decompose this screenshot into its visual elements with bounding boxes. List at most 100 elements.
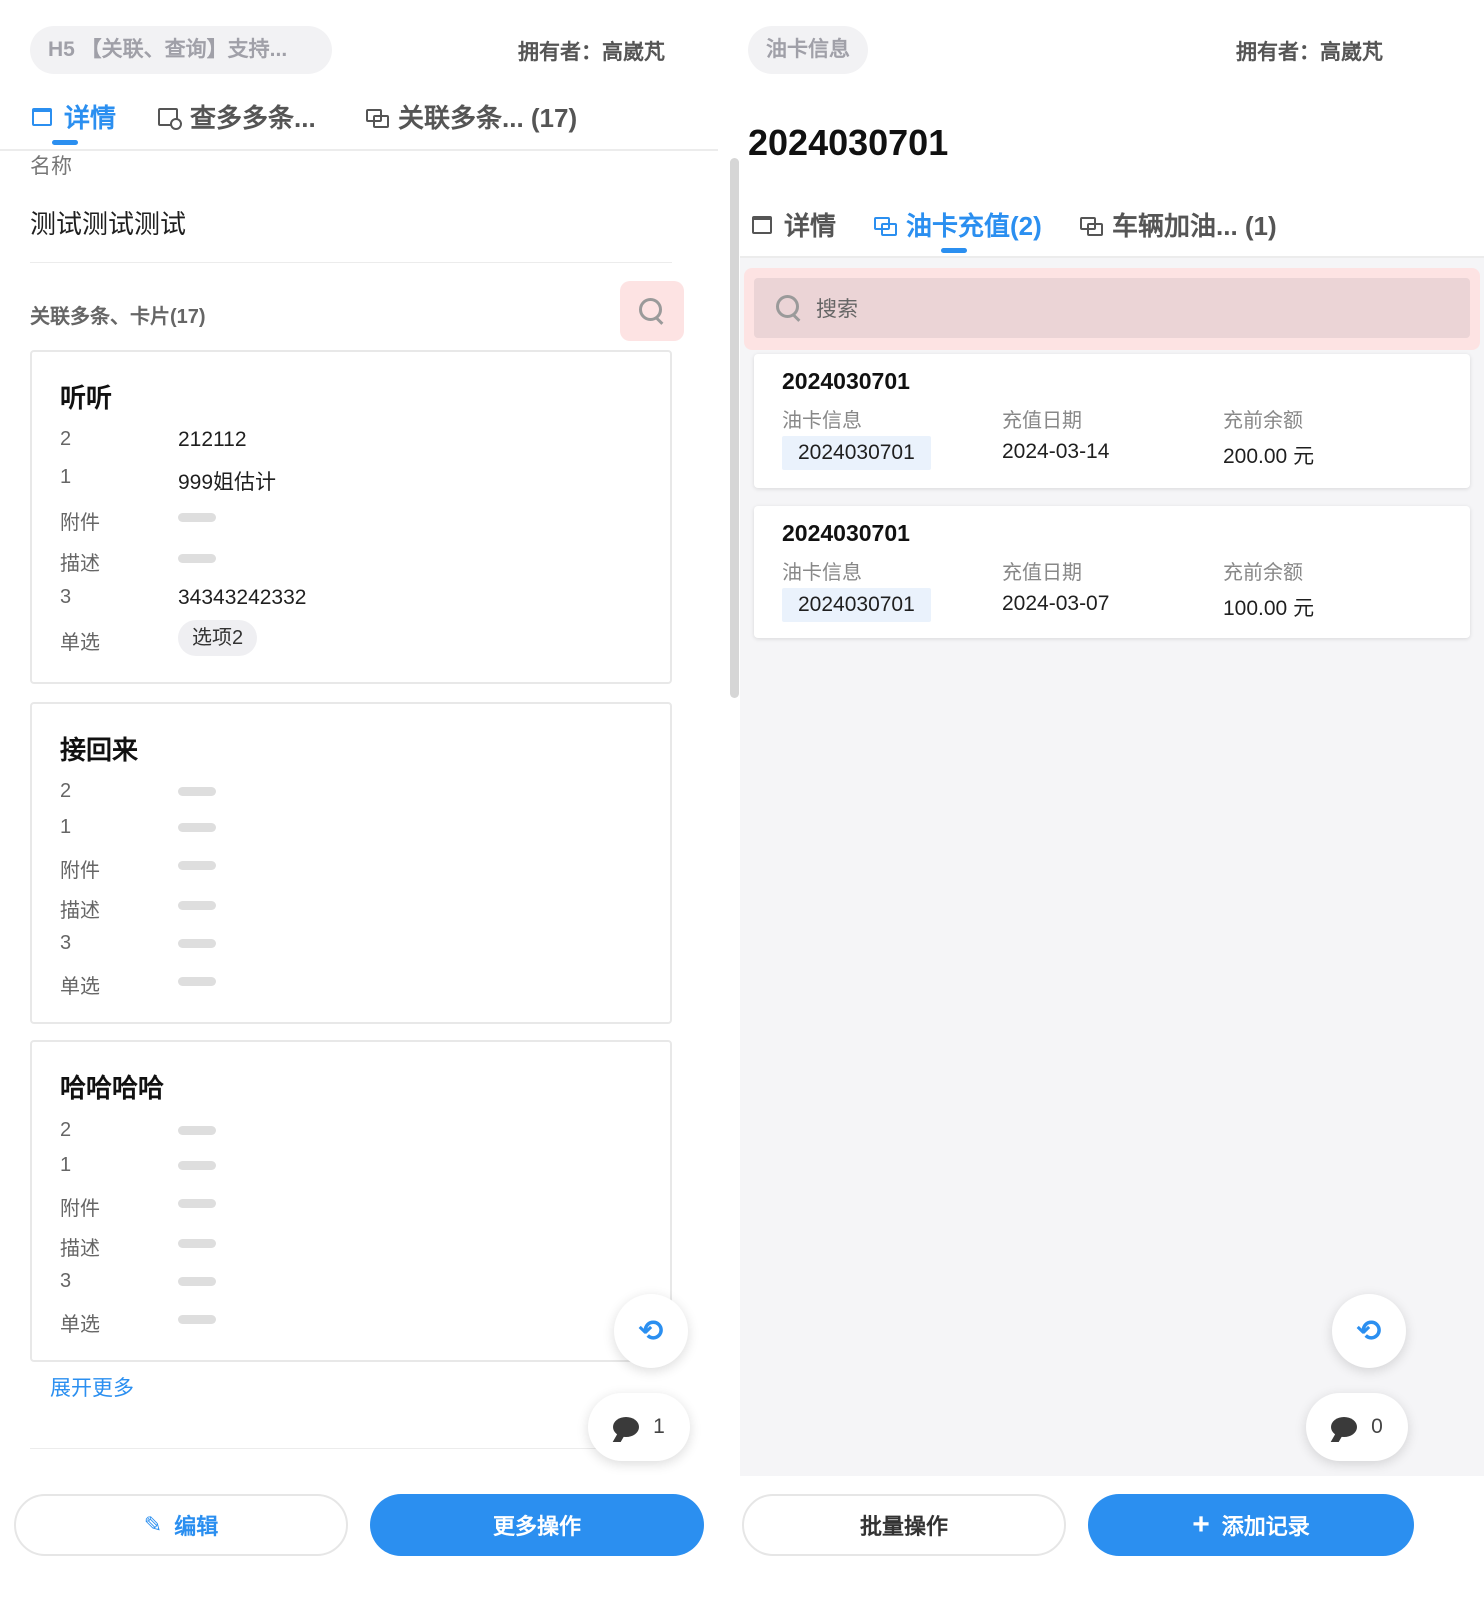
row-label: 描述: [60, 900, 100, 922]
link-icon: [366, 108, 389, 128]
option-chip: 选项2: [178, 620, 258, 656]
add-record-label: 添加记录: [1221, 1514, 1310, 1539]
row-label: 1: [60, 816, 72, 838]
search-input[interactable]: 搜索: [754, 278, 1470, 338]
row-value: 34343242332: [178, 586, 307, 609]
recharge-date: 2024-03-14: [1002, 440, 1110, 463]
field-label: 油卡信息: [782, 562, 862, 584]
add-record-button[interactable]: + 添加记录: [1088, 1494, 1414, 1556]
empty-placeholder: [178, 1277, 216, 1286]
search-button[interactable]: [620, 281, 684, 341]
empty-placeholder: [178, 901, 216, 910]
tab-vehicle-fuel[interactable]: 车辆加油... (1): [1080, 206, 1277, 243]
more-actions-button[interactable]: 更多操作: [370, 1494, 704, 1556]
empty-placeholder: [178, 787, 216, 796]
tab-label: 油卡充值(2): [906, 211, 1042, 241]
record-title: 2024030701: [748, 122, 949, 163]
balance-before: 200.00 元: [1223, 445, 1315, 468]
empty-placeholder: [178, 977, 216, 986]
row-label: 附件: [60, 860, 100, 882]
row-label: 描述: [60, 1238, 100, 1260]
title-pill[interactable]: H5 【关联、查询】支持...: [30, 26, 332, 74]
tab-label: 详情: [784, 211, 837, 241]
record-card-title: 2024030701: [782, 520, 910, 546]
record-card-title: 2024030701: [782, 368, 910, 394]
row-label: 1: [60, 466, 72, 488]
tab-label: 车辆加油... (1): [1112, 211, 1277, 241]
undo-button[interactable]: ⟲: [1332, 1294, 1406, 1368]
undo-button[interactable]: ⟲: [614, 1294, 688, 1368]
empty-placeholder: [178, 554, 216, 563]
tab-query-multi[interactable]: 查多多条...: [158, 98, 316, 135]
batch-actions-label: 批量操作: [859, 1514, 948, 1539]
folder-icon: [32, 107, 52, 126]
empty-placeholder: [178, 1199, 216, 1208]
tab-card-recharge[interactable]: 油卡充值(2): [874, 206, 1042, 243]
record-card[interactable]: 2024030701 油卡信息 2024030701 充值日期 2024-03-…: [754, 354, 1470, 488]
link-icon: [1080, 216, 1103, 236]
undo-icon: ⟲: [1356, 1314, 1382, 1348]
undo-icon: ⟲: [638, 1314, 664, 1348]
card-title: 接回来: [60, 735, 139, 765]
more-actions-label: 更多操作: [492, 1514, 581, 1539]
row-label: 附件: [60, 1198, 100, 1220]
oil-card-chip[interactable]: 2024030701: [782, 436, 931, 470]
title-pill[interactable]: 油卡信息: [748, 26, 868, 74]
plus-icon: +: [1192, 1508, 1210, 1541]
row-label: 1: [60, 1154, 72, 1176]
search-placeholder: 搜索: [816, 298, 858, 321]
row-label: 单选: [60, 632, 100, 654]
empty-placeholder: [178, 1315, 216, 1324]
empty-placeholder: [178, 823, 216, 832]
scrollbar[interactable]: [730, 158, 739, 698]
oil-card-chip[interactable]: 2024030701: [782, 588, 931, 622]
empty-placeholder: [178, 861, 216, 870]
tab-divider: [740, 256, 1484, 258]
linked-card[interactable]: 听听 2 212112 1 999姐估计 附件 描述 3 34343242332…: [30, 350, 672, 684]
row-label: 单选: [60, 1314, 100, 1336]
pencil-icon: ✎: [143, 1512, 163, 1537]
recharge-date: 2024-03-07: [1002, 592, 1110, 615]
tab-details[interactable]: 详情: [752, 206, 836, 243]
row-label: 2: [60, 780, 72, 802]
expand-more-link[interactable]: 展开更多: [50, 1372, 134, 1402]
empty-placeholder: [178, 1239, 216, 1248]
folder-icon: [752, 215, 772, 234]
right-panel: 油卡信息 拥有者：高崴芃 2024030701 详情 油卡充值(2) 车辆加油.…: [740, 0, 1484, 1616]
batch-actions-button[interactable]: 批量操作: [742, 1494, 1066, 1556]
linked-card[interactable]: 接回来 2 1 附件 描述 3 单选: [30, 702, 672, 1024]
row-label: 3: [60, 1270, 72, 1292]
tab-linked-multi[interactable]: 关联多条... (17): [366, 98, 577, 135]
edit-button[interactable]: ✎ 编辑: [14, 1494, 348, 1556]
tab-label: 查多多条...: [190, 103, 316, 133]
section-title: 关联多条、卡片(17): [30, 306, 206, 328]
field-label: 充前余额: [1223, 410, 1303, 432]
link-icon: [874, 216, 897, 236]
field-divider: [30, 262, 672, 263]
empty-placeholder: [178, 513, 216, 522]
row-label: 3: [60, 586, 72, 608]
edit-button-label: 编辑: [174, 1514, 219, 1539]
field-label: 充前余额: [1223, 562, 1303, 584]
row-label: 3: [60, 932, 72, 954]
field-label: 充值日期: [1002, 562, 1082, 584]
row-label: 2: [60, 428, 72, 450]
owner-label: 拥有者：高崴芃: [518, 41, 665, 64]
tab-details[interactable]: 详情: [32, 98, 116, 135]
linked-card[interactable]: 哈哈哈哈 2 1 附件 描述 3 单选: [30, 1040, 672, 1362]
comment-button[interactable]: 0: [1306, 1393, 1408, 1461]
field-label: 油卡信息: [782, 410, 862, 432]
comment-count: 1: [653, 1415, 665, 1438]
tab-divider: [0, 149, 718, 151]
comment-icon: [613, 1417, 640, 1437]
name-label: 名称: [30, 155, 72, 178]
bottom-action-bar: ✎ 编辑 更多操作: [0, 1476, 740, 1616]
row-label: 描述: [60, 553, 100, 575]
search-icon: [776, 295, 802, 321]
owner-label: 拥有者：高崴芃: [1236, 41, 1383, 64]
left-panel: H5 【关联、查询】支持... 拥有者：高崴芃 详情 查多多条... 关联多条.…: [0, 0, 740, 1616]
empty-placeholder: [178, 1126, 216, 1135]
comment-button[interactable]: 1: [588, 1393, 690, 1461]
row-label: 2: [60, 1119, 72, 1141]
record-card[interactable]: 2024030701 油卡信息 2024030701 充值日期 2024-03-…: [754, 506, 1470, 638]
